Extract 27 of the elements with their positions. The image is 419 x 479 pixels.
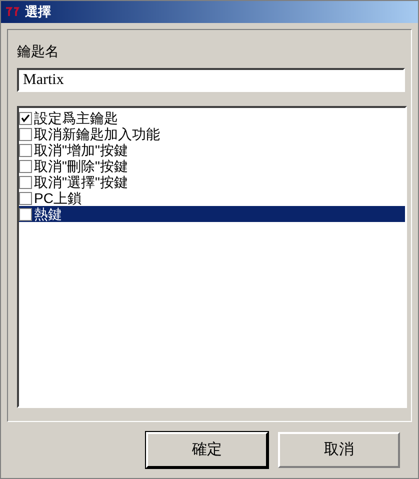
option-label: 設定爲主鑰匙 (34, 110, 118, 126)
option-row[interactable]: 取消"增加"按鍵 (19, 142, 405, 158)
checkbox[interactable] (19, 160, 32, 172)
key-name-field[interactable]: Martix (17, 68, 405, 92)
option-label: 取消"增加"按鍵 (34, 142, 128, 158)
option-row[interactable]: 取消"刪除"按鍵 (19, 158, 405, 174)
checkbox[interactable] (19, 192, 32, 204)
option-row[interactable]: 設定爲主鑰匙 (19, 110, 405, 126)
option-label: 取消"選擇"按鍵 (34, 174, 128, 190)
checkbox[interactable] (19, 208, 32, 220)
option-row[interactable]: 取消"選擇"按鍵 (19, 174, 405, 190)
dialog-button[interactable]: 確定 (146, 432, 268, 468)
checkbox[interactable] (19, 112, 32, 124)
option-row[interactable]: 熱鍵 (19, 206, 405, 222)
option-label: PC上鎖 (34, 190, 82, 206)
option-row[interactable]: 取消新鑰匙加入功能 (19, 126, 405, 142)
checkbox[interactable] (19, 144, 32, 156)
option-label: 取消"刪除"按鍵 (34, 158, 128, 174)
option-row[interactable]: PC上鎖 (19, 190, 405, 206)
field-label: 鑰匙名 (17, 42, 60, 60)
option-label: 取消新鑰匙加入功能 (34, 126, 160, 142)
dialog-button[interactable]: 取消 (278, 432, 400, 468)
logo-icon (5, 7, 21, 17)
window-title: 選擇 (25, 3, 51, 22)
checkbox[interactable] (19, 176, 32, 188)
option-label: 熱鍵 (34, 206, 62, 222)
checkbox[interactable] (19, 128, 32, 140)
